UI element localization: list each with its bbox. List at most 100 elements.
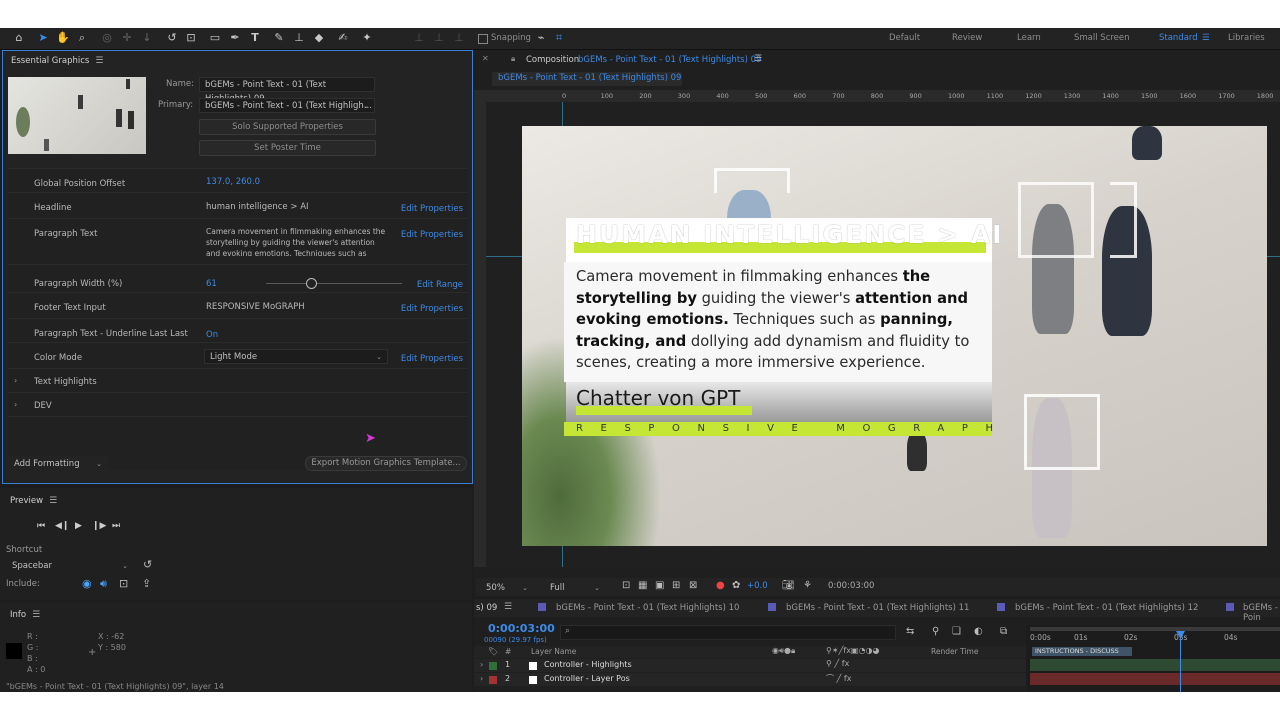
puppet-pin-tool-icon[interactable]: ✦: [360, 31, 374, 45]
comp-marker[interactable]: INSTRUCTIONS - DISCUSS: [1032, 647, 1132, 656]
paragraph-width-value[interactable]: 61: [206, 279, 217, 289]
exposure-value[interactable]: +0.0: [747, 581, 768, 591]
zoom-dropdown[interactable]: 50% ⌄: [480, 580, 534, 594]
add-formatting-dropdown[interactable]: Add Formatting ⌄: [8, 456, 108, 470]
play-icon[interactable]: ▶: [75, 521, 82, 531]
workspace-menu-icon[interactable]: ☰: [1202, 33, 1210, 43]
channel-icon[interactable]: ●: [716, 580, 725, 591]
region-of-interest-icon[interactable]: ⊡: [622, 580, 630, 591]
workspace-standard[interactable]: Standard: [1159, 33, 1198, 43]
show-snapshot-icon[interactable]: ⚘: [803, 580, 812, 591]
brush-tool-icon[interactable]: ✎: [272, 31, 286, 45]
timeline-tab[interactable]: bGEMs - Point Text - 01 (Text Highlights…: [556, 603, 739, 613]
workspace-review[interactable]: Review: [952, 33, 982, 43]
snapping-checkbox[interactable]: [478, 34, 488, 44]
selection-tool-icon[interactable]: ➤: [36, 31, 50, 45]
clone-stamp-tool-icon[interactable]: ⊥: [292, 31, 306, 45]
layer-row[interactable]: › 2 Controller - Layer Pos ⌒ ╱ fx: [474, 673, 1026, 686]
distribute-icon[interactable]: ⊥: [432, 31, 446, 45]
eraser-tool-icon[interactable]: ◆: [312, 31, 326, 45]
workspace-learn[interactable]: Learn: [1017, 33, 1041, 43]
align-icon[interactable]: ⊥: [412, 31, 426, 45]
zoom-tool-icon[interactable]: ⌕: [75, 31, 89, 45]
pen-tool-icon[interactable]: ✒: [228, 31, 242, 45]
set-poster-time-button[interactable]: Set Poster Time: [199, 140, 376, 156]
column-layer-name[interactable]: Layer Name: [531, 647, 576, 656]
panel-menu-icon[interactable]: ☰: [504, 602, 512, 612]
layer-color-label[interactable]: [489, 662, 497, 670]
group-dev[interactable]: DEV: [34, 401, 52, 411]
time-graph[interactable]: 0:00s 01s 02s 03s 04s INSTRUCTIONS - DIS…: [1026, 625, 1280, 692]
edit-properties-link[interactable]: Edit Properties: [401, 354, 463, 364]
footer-text-value[interactable]: RESPONSIVE MoGRAPH: [206, 302, 305, 312]
graph-editor-icon[interactable]: ⧉: [1000, 626, 1007, 637]
panel-menu-icon[interactable]: ☰: [95, 56, 103, 66]
snapshot-icon[interactable]: 📷︎: [782, 580, 795, 591]
expand-triangle-icon[interactable]: ›: [480, 674, 483, 683]
layer-search-input[interactable]: ⌕: [560, 625, 896, 640]
layer-switches[interactable]: ⌒ ╱ fx: [826, 673, 851, 684]
color-mode-dropdown[interactable]: Light Mode ⌄: [204, 349, 388, 364]
expand-triangle-icon[interactable]: ›: [480, 660, 483, 669]
first-frame-icon[interactable]: ⏮: [37, 521, 45, 531]
timeline-tab[interactable]: s) 09: [476, 603, 497, 613]
panel-menu-icon[interactable]: ☰: [49, 496, 57, 506]
export-motion-graphics-template-button[interactable]: Export Motion Graphics Template...: [305, 456, 467, 471]
color-management-icon[interactable]: ✿: [732, 580, 740, 591]
layer-switches[interactable]: ⚲ ╱ fx: [826, 659, 849, 668]
frame-blending-icon[interactable]: ❏: [952, 626, 961, 637]
shy-layers-icon[interactable]: ⚲: [932, 626, 939, 637]
timeline-tab[interactable]: bGEMs - Point Text - 01 (Text Highlights…: [1015, 603, 1198, 613]
paragraph-width-slider-track[interactable]: [266, 283, 402, 284]
reset-icon[interactable]: ↺: [143, 558, 152, 571]
motion-blur-icon[interactable]: ◐: [974, 626, 983, 637]
last-frame-icon[interactable]: ⏭: [112, 521, 120, 531]
work-area-bar[interactable]: [1030, 627, 1280, 631]
type-tool-icon[interactable]: T: [248, 31, 262, 45]
snap-magnet-icon[interactable]: ⌁: [534, 31, 548, 45]
layer-row[interactable]: › 1 Controller - Highlights ⚲ ╱ fx: [474, 659, 1026, 672]
group-text-highlights[interactable]: Text Highlights: [34, 377, 97, 387]
layer-color-label[interactable]: [489, 676, 497, 684]
composition-tab[interactable]: bGEMs - Point Text - 01 (Text Highlights…: [492, 72, 682, 86]
layer-name[interactable]: Controller - Layer Pos: [544, 674, 630, 683]
resolution-dropdown[interactable]: Full ⌄: [544, 580, 606, 594]
headline-value[interactable]: human intelligence > AI: [206, 202, 309, 212]
panel-menu-icon[interactable]: ☰: [754, 54, 762, 64]
roto-brush-tool-icon[interactable]: ✍: [336, 31, 350, 45]
disclosure-triangle-icon[interactable]: ›: [14, 400, 17, 409]
playhead-line[interactable]: [1180, 631, 1181, 692]
timeline-tab[interactable]: bGEMs - Point Text - 01 (Text Highlights…: [786, 603, 969, 613]
panel-menu-icon[interactable]: ☰: [32, 610, 40, 620]
previous-frame-icon[interactable]: ◀❙: [55, 521, 69, 531]
underline-last-toggle[interactable]: On: [206, 330, 218, 340]
align-bottom-icon[interactable]: ⊥: [452, 31, 466, 45]
audio-speaker-icon[interactable]: 🔊︎: [100, 577, 107, 591]
timeline-tab[interactable]: bGEMs - Poin: [1243, 603, 1280, 623]
mask-visibility-icon[interactable]: ▣: [655, 580, 664, 591]
composition-mini-flowchart-icon[interactable]: ⇆: [906, 626, 914, 637]
layer-bar[interactable]: [1030, 659, 1280, 671]
3d-view-icon[interactable]: ⊠: [689, 580, 697, 591]
next-frame-icon[interactable]: ❙▶: [92, 521, 106, 531]
edit-properties-link[interactable]: Edit Properties: [401, 230, 463, 240]
current-time-display[interactable]: 0:00:03:00: [828, 581, 874, 591]
paragraph-text-value[interactable]: Camera movement in filmmaking enhances t…: [206, 226, 386, 256]
hand-tool-icon[interactable]: ✋: [56, 31, 70, 45]
pan-camera-icon[interactable]: ✛: [120, 31, 134, 45]
workspace-libraries[interactable]: Libraries: [1228, 33, 1265, 43]
shortcut-dropdown[interactable]: Spacebar ⌄: [6, 558, 134, 572]
dolly-camera-icon[interactable]: ↓: [140, 31, 154, 45]
layer-name[interactable]: Controller - Highlights: [544, 660, 632, 669]
external-monitor-icon[interactable]: ⇪: [142, 577, 151, 590]
edit-properties-link[interactable]: Edit Properties: [401, 304, 463, 314]
global-position-value[interactable]: 137.0, 260.0: [206, 177, 260, 187]
primary-dropdown[interactable]: bGEMs - Point Text - 01 (Text Highligh..…: [199, 98, 375, 113]
disclosure-triangle-icon[interactable]: ›: [14, 376, 17, 385]
edit-range-link[interactable]: Edit Range: [417, 280, 463, 290]
name-field[interactable]: bGEMs - Point Text - 01 (Text Highlights…: [199, 77, 375, 104]
rotation-tool-icon[interactable]: ↺: [165, 31, 179, 45]
home-icon[interactable]: ⌂: [12, 31, 26, 45]
snap-grid-icon[interactable]: ⌗: [552, 31, 566, 45]
grid-guides-icon[interactable]: ⊞: [672, 580, 680, 591]
